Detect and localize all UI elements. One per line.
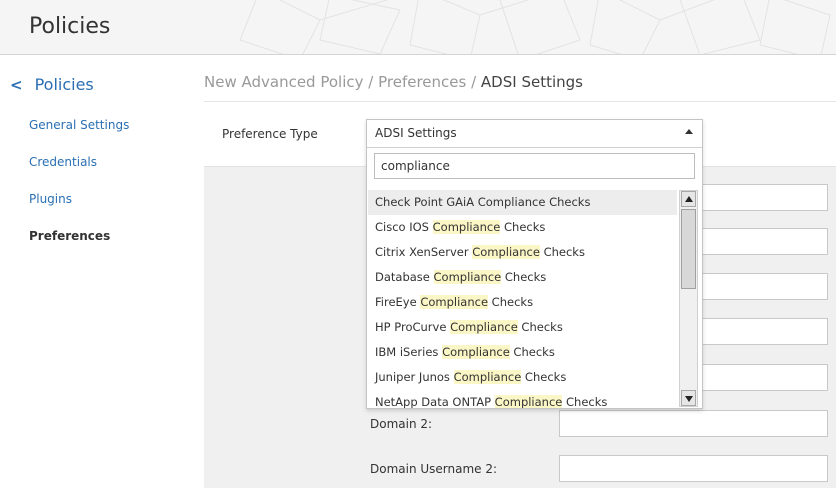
option-text: Cisco IOS [375,220,433,234]
sidebar-back-label: Policies [34,75,94,94]
option-match-highlight: Compliance [450,320,518,334]
dropdown-option[interactable]: HP ProCurve Compliance Checks [368,315,677,340]
breadcrumb-preferences[interactable]: Preferences [378,73,466,91]
dropdown-option[interactable]: FireEye Compliance Checks [368,290,677,315]
option-text: NetApp Data ONTAP [375,395,495,408]
breadcrumb-separator: / [466,73,481,91]
arrow-down-icon [685,396,693,402]
dropdown-search-input[interactable] [374,153,695,179]
caret-up-icon [685,129,693,134]
sidebar-item-plugins[interactable]: Plugins [29,192,72,206]
page-title: Policies [29,14,111,39]
sidebar-item-preferences[interactable]: Preferences [29,229,110,243]
preference-type-dropdown[interactable]: ADSI Settings Check Point GAiA Complianc… [366,119,703,409]
option-text-suffix: Checks [500,220,546,234]
dropdown-option[interactable]: Cisco IOS Compliance Checks [368,215,677,240]
option-text: HP ProCurve [375,320,451,334]
breadcrumb-current: ADSI Settings [480,73,583,91]
domain-username-2-label: Domain Username 2: [370,462,498,476]
sidebar-item-credentials[interactable]: Credentials [29,155,97,169]
option-text-suffix: Checks [539,245,585,259]
dropdown-option[interactable]: Citrix XenServer Compliance Checks [368,240,677,265]
option-match-highlight: Compliance [453,370,522,384]
dropdown-option[interactable]: IBM iSeries Compliance Checks [368,340,677,365]
option-match-highlight: Compliance [494,395,563,408]
dropdown-option[interactable]: NetApp Data ONTAP Compliance Checks [368,390,677,408]
sidebar: < Policies General Settings Credentials … [0,55,204,488]
sidebar-item-general-settings[interactable]: General Settings [29,118,129,132]
breadcrumb-separator: / [363,73,379,91]
option-match-highlight: Compliance [433,270,502,284]
option-match-highlight: Compliance [432,220,501,234]
dropdown-option[interactable]: Check Point GAiA Compliance Checks [368,190,677,215]
scroll-down-button[interactable] [681,390,696,406]
dropdown-option[interactable]: Juniper Junos Compliance Checks [368,365,677,390]
option-match-highlight: Compliance [472,245,540,259]
preference-type-select[interactable]: ADSI Settings [367,120,702,148]
breadcrumb: New Advanced Policy / Preferences / ADSI… [204,73,583,91]
chevron-left-icon: < [10,75,23,94]
option-text-suffix: Checks [501,270,547,284]
option-text: Database [375,270,434,284]
header-bar: Policies [0,0,836,55]
header-pattern [239,0,831,54]
arrow-up-icon [685,196,693,202]
domain-2-input[interactable] [559,410,828,437]
option-match-highlight: Compliance [420,295,489,309]
option-text-suffix: Checks [517,320,563,334]
scrollbar-thumb[interactable] [681,209,696,289]
selected-value: ADSI Settings [375,126,457,140]
option-text-suffix: Checks [488,295,534,309]
sidebar-back-link[interactable]: < Policies [10,75,94,94]
option-text: Check Point GAiA Compliance Checks [375,195,591,209]
option-text: IBM iSeries [375,345,443,359]
option-match-highlight: Compliance [442,345,510,359]
scroll-up-button[interactable] [681,191,696,207]
breadcrumb-new-advanced-policy[interactable]: New Advanced Policy [204,73,364,91]
option-text-suffix: Checks [521,370,567,384]
option-text: Juniper Junos [375,370,454,384]
domain-username-2-input[interactable] [559,455,828,482]
dropdown-option[interactable]: Database Compliance Checks [368,265,677,290]
option-text: Citrix XenServer [375,245,473,259]
domain-2-label: Domain 2: [370,417,433,431]
dropdown-scrollbar[interactable] [679,190,698,407]
dropdown-options-list: Check Point GAiA Compliance Checks Cisco … [368,190,677,408]
option-text-suffix: Checks [509,345,555,359]
breadcrumb-bar: New Advanced Policy / Preferences / ADSI… [204,55,836,102]
option-text-suffix: Checks [562,395,608,408]
option-text: FireEye [375,295,421,309]
preference-type-label: Preference Type [222,127,318,141]
